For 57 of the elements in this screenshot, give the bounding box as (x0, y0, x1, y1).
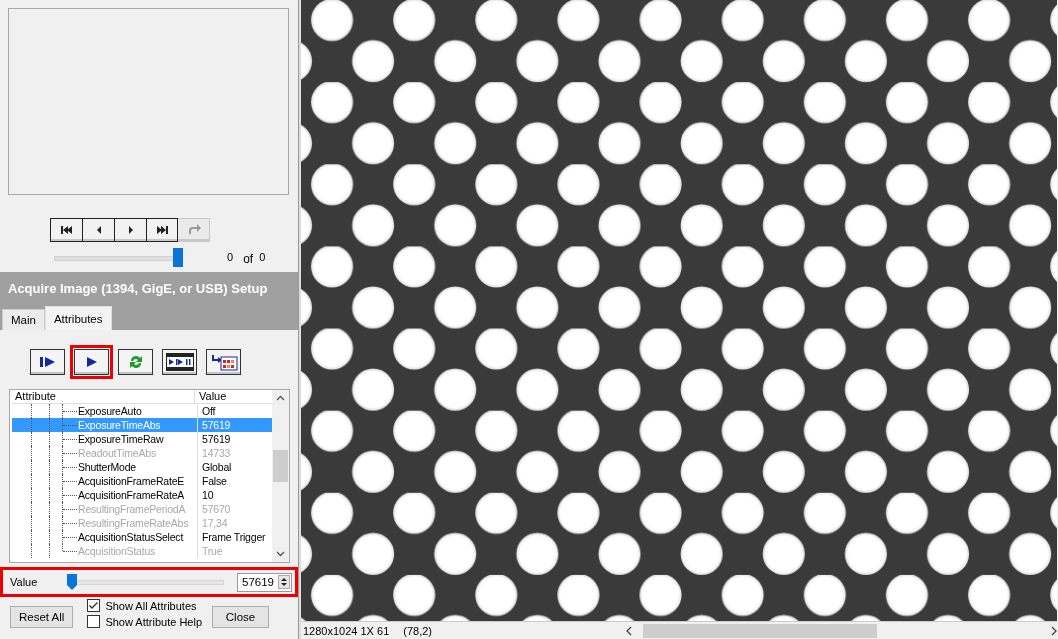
value-label: Value (9, 576, 39, 588)
previous-frame-button[interactable] (82, 218, 114, 242)
film-button[interactable] (162, 349, 197, 375)
export-button[interactable] (206, 349, 241, 375)
checkbox-icon[interactable] (87, 615, 101, 628)
reset-all-button[interactable]: Reset All (10, 605, 74, 628)
panel-title: Acquire Image (1394, GigE, or USB) Setup (7, 280, 269, 298)
skip-back-icon (59, 224, 74, 236)
cursor-coordinates: (78,2) (403, 624, 432, 637)
attribute-name: AcquisitionStatus (77, 544, 157, 558)
checkbox[interactable]: Show All Attributes (87, 599, 202, 612)
checkbox-label: Show Attribute Help (105, 615, 202, 628)
play-icon (85, 356, 98, 368)
step-forward-icon (38, 356, 57, 368)
scroll-right-icon[interactable] (1050, 625, 1058, 636)
scroll-thumb[interactable] (643, 623, 877, 638)
step-button[interactable] (30, 349, 65, 375)
attribute-name: ExposureTimeRaw (77, 432, 165, 446)
attribute-name: AcquisitionStatusSelect (77, 530, 185, 544)
attribute-name: ExposureAuto (77, 404, 143, 418)
checkbox[interactable]: Show Attribute Help (87, 615, 202, 628)
scroll-up-icon[interactable] (276, 395, 285, 401)
curved-arrow-icon (186, 224, 201, 236)
attribute-name: ResultingFrameRateAbs (77, 516, 190, 530)
attribute-name: AcquisitionFrameRateE (77, 474, 186, 488)
first-frame-button[interactable] (50, 218, 82, 242)
attribute-name: ShutterMode (77, 460, 137, 474)
attribute-name: ResultingFramePeriodA (77, 502, 187, 516)
arrow-into-grid-icon (209, 353, 238, 371)
checkbox-label: Show All Attributes (105, 599, 197, 612)
scroll-down-icon[interactable] (276, 551, 285, 557)
close-button[interactable]: Close (212, 605, 269, 628)
refresh-button[interactable] (118, 349, 153, 375)
value-spinbox[interactable]: 57619 (237, 572, 292, 592)
next-frame-button[interactable] (114, 218, 146, 242)
skip-forward-icon (155, 224, 169, 236)
film-strip-icon (165, 353, 194, 371)
slider-thumb[interactable] (66, 573, 79, 591)
attribute-name: ReadoutTimeAbs (77, 446, 157, 460)
tab[interactable]: Attributes (44, 306, 112, 330)
refresh-icon (127, 354, 144, 370)
tab[interactable]: Main (2, 309, 45, 330)
slider-thumb[interactable] (172, 247, 183, 267)
spin-arrows-icon[interactable] (278, 575, 290, 589)
of-label: of (243, 252, 254, 266)
scrollbar[interactable] (625, 623, 1058, 638)
attribute-name: ExposureTimeAbs (77, 418, 162, 432)
column-header[interactable]: Attribute (12, 390, 194, 403)
last-frame-button[interactable] (146, 218, 178, 242)
frame-total: 0 (259, 251, 266, 263)
checkbox-icon[interactable] (87, 599, 101, 612)
attribute-name: AcquisitionFrameRateA (77, 488, 186, 502)
frame-number: 0 (227, 251, 234, 263)
scrollbar[interactable] (272, 390, 289, 562)
scroll-thumb[interactable] (273, 450, 288, 482)
image-info: 1280x1024 1X 61 (303, 624, 390, 637)
scroll-left-icon[interactable] (625, 625, 633, 636)
